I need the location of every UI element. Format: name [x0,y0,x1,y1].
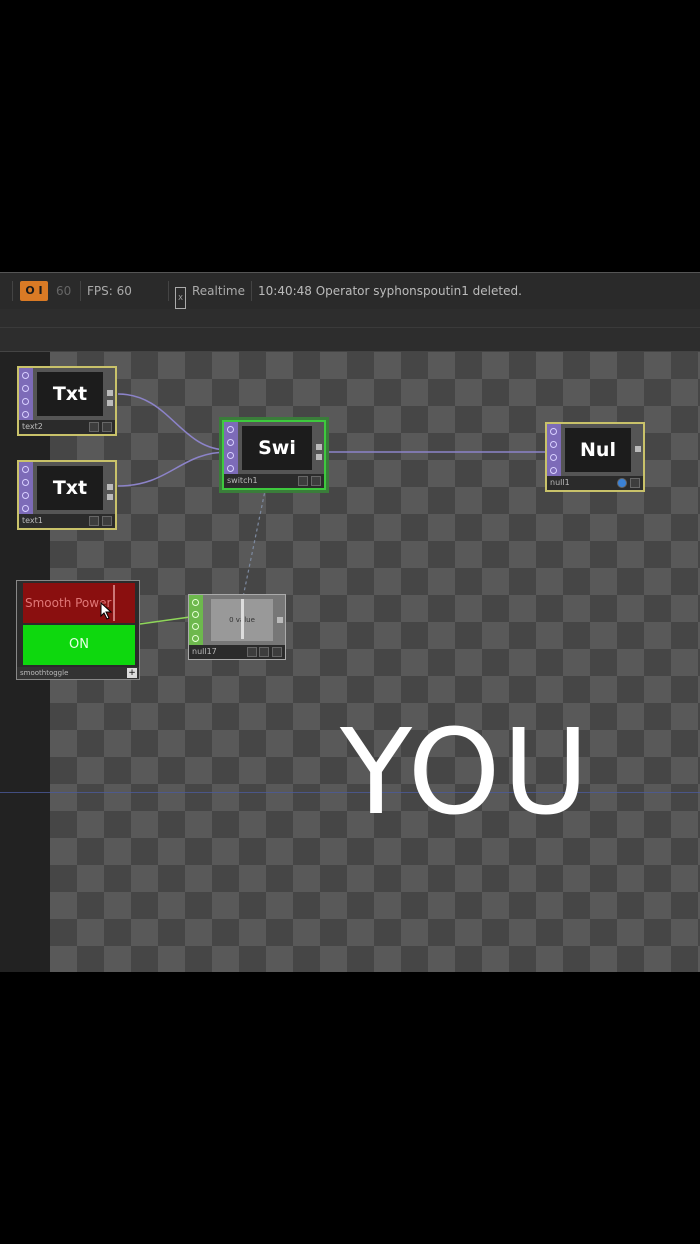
viewer-toggle-button[interactable] [89,516,99,526]
port-icon [192,635,199,642]
port-icon [192,599,199,606]
text-node-text2[interactable]: Txt text2 [17,366,117,436]
divider [80,281,81,301]
status-log-message: 10:40:48 Operator syphonspoutin1 deleted… [258,284,522,298]
node-flag-button[interactable] [102,422,112,432]
plus-button[interactable]: + [127,668,137,678]
output-connector[interactable] [635,446,641,452]
port-icon [22,372,29,379]
output-connector[interactable] [107,494,113,500]
port-icon [22,505,29,512]
smooth-power-label[interactable]: Smooth Power [23,583,135,623]
port-icon [227,426,234,433]
output-connector[interactable] [107,400,113,406]
null-node-null17[interactable]: 0 value null17 [188,594,286,660]
node-viewer: Swi [242,426,312,470]
port-icon [22,492,29,499]
status-bar: O I 60 FPS: 60 X Realtime 10:40:48 Opera… [0,272,700,310]
node-flag-button[interactable] [272,647,282,657]
fps-readout: FPS: 60 [87,284,132,298]
divider [251,281,252,301]
viewer-toggle-button[interactable] [89,422,99,432]
node-port-strip [189,595,203,645]
node-flag-button[interactable] [311,476,321,486]
node-port-strip [547,424,561,476]
port-icon [22,479,29,486]
value-indicator [241,599,244,639]
node-name: text2 [19,420,115,434]
node-flag-button[interactable] [102,516,112,526]
port-icon [22,466,29,473]
node-port-strip [19,462,33,514]
divider [12,281,13,301]
port-icon [227,452,234,459]
node-name: null1 [547,476,643,490]
node-flag-button[interactable] [259,647,269,657]
display-flag-icon[interactable] [617,478,627,488]
node-flag-button[interactable] [630,478,640,488]
switch-node-switch1[interactable]: Swi switch1 [222,420,326,490]
node-viewer: Txt [37,372,103,416]
port-icon [550,467,557,474]
pause-button[interactable]: O I [20,281,48,301]
output-connector[interactable] [107,484,113,490]
port-icon [550,454,557,461]
port-icon [22,411,29,418]
node-name: null17 [189,645,285,659]
null-node-null1[interactable]: Nul null1 [545,422,645,492]
output-connector[interactable] [107,390,113,396]
port-icon [227,465,234,472]
node-viewer: Txt [37,466,103,510]
node-name: switch1 [224,474,324,488]
realtime-checkbox[interactable]: X [175,287,186,309]
port-icon [227,439,234,446]
node-port-strip [19,368,33,420]
text-node-text1[interactable]: Txt text1 [17,460,117,530]
frame-count: 60 [56,284,72,298]
node-name: text1 [19,514,115,528]
node-port-strip [224,422,238,474]
mouse-cursor-icon [100,602,113,620]
background-viewer-text: YOU [340,703,591,841]
divider [168,281,169,301]
port-icon [550,428,557,435]
realtime-label: Realtime [192,284,245,298]
port-icon [192,611,199,618]
output-connector[interactable] [277,617,283,623]
port-icon [22,398,29,405]
divider [0,327,700,328]
network-toolbar [0,309,700,352]
node-viewer: Nul [565,428,631,472]
port-icon [192,623,199,630]
port-icon [22,385,29,392]
output-connector[interactable] [316,454,322,460]
on-toggle-button[interactable]: ON [23,625,135,665]
node-name: smoothtoggle [17,667,139,679]
smooth-power-text: Smooth Power [25,596,112,610]
output-connector[interactable] [316,444,322,450]
touchdesigner-window: O I 60 FPS: 60 X Realtime 10:40:48 Opera… [0,272,700,972]
port-icon [550,441,557,448]
viewer-toggle-button[interactable] [247,647,257,657]
smooth-power-toggle-node[interactable]: Smooth Power ON smoothtoggle + [16,580,140,680]
viewer-toggle-button[interactable] [298,476,308,486]
